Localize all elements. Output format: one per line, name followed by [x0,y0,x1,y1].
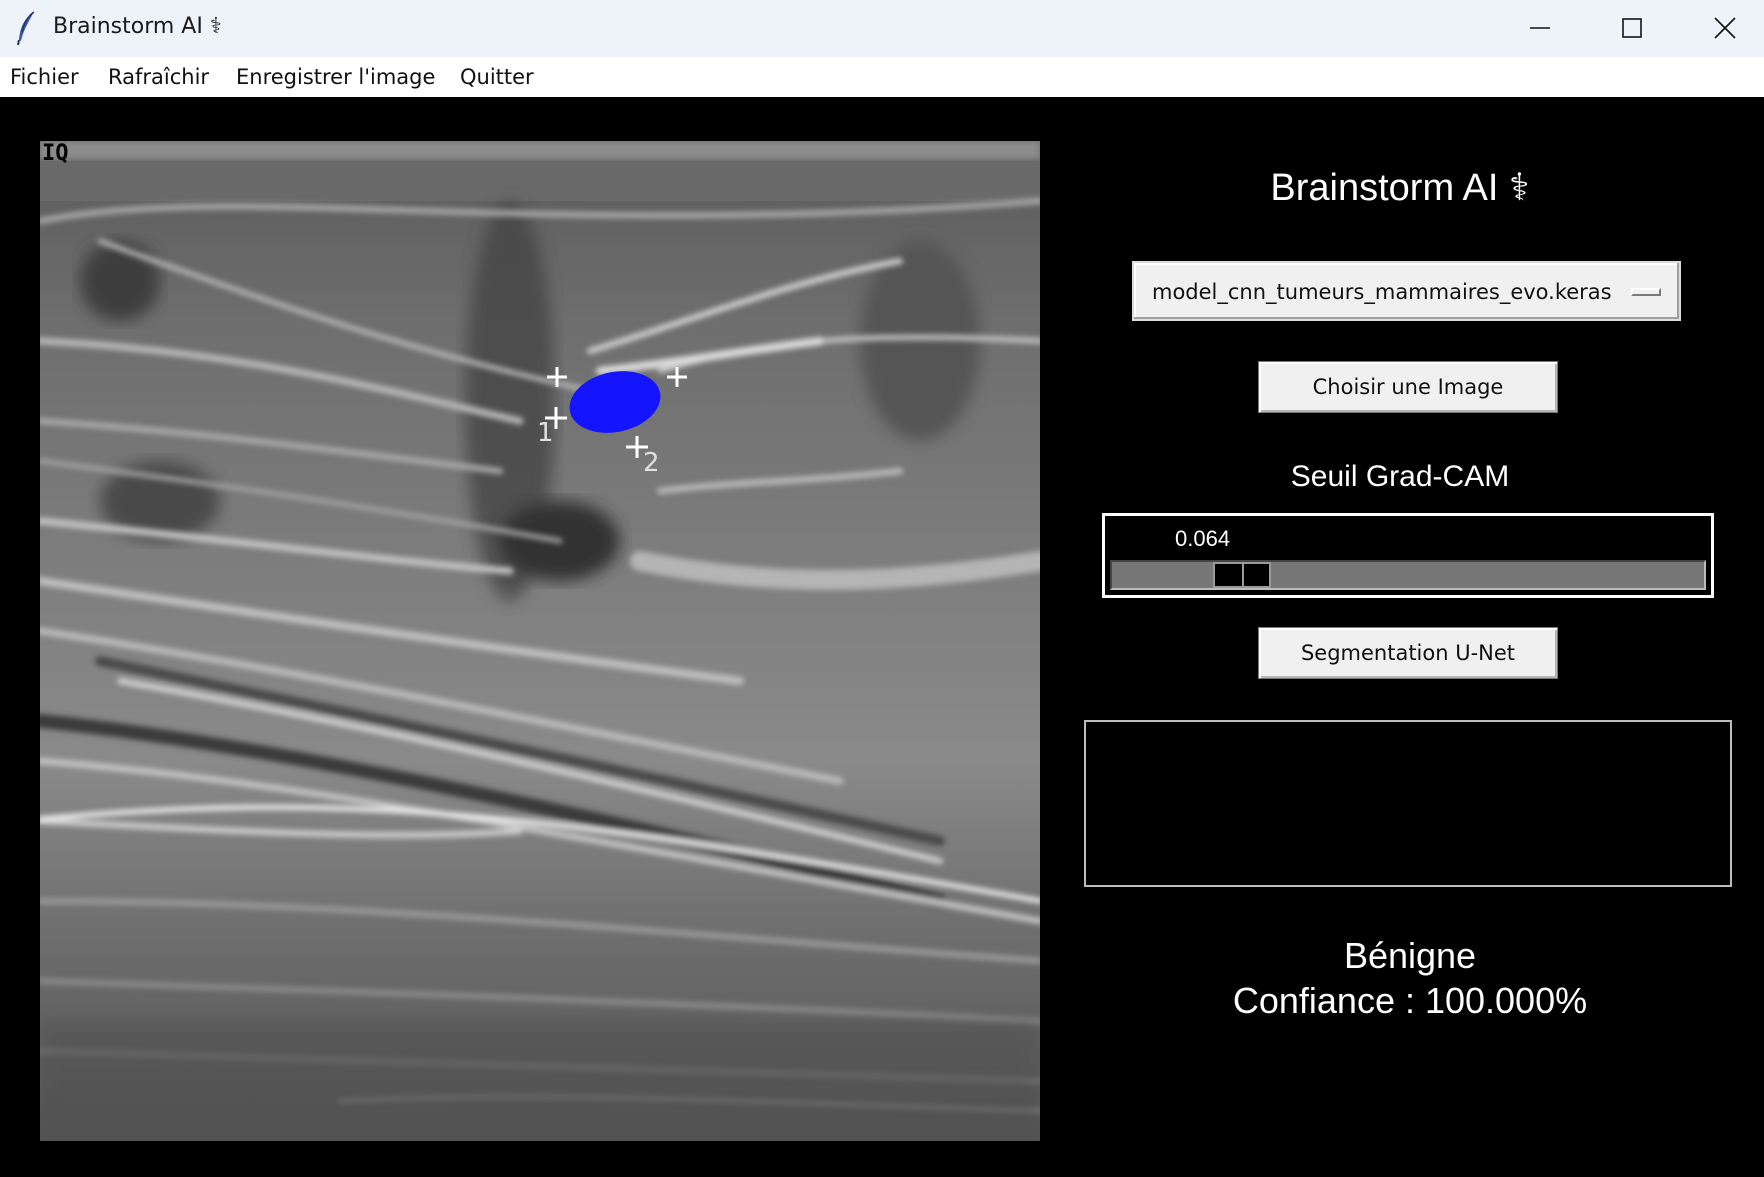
segmentation-unet-button[interactable]: Segmentation U-Net [1258,627,1558,679]
menu-enregistrer-image[interactable]: Enregistrer l'image [236,65,435,89]
marker-2: 2 [643,448,660,478]
ultrasound-image: 1 2 IQ [40,141,1040,1141]
threshold-trough[interactable] [1110,560,1706,590]
title-bar: Brainstorm AI ⚕ [0,0,1764,57]
prediction-label: Bénigne [1343,935,1477,976]
panel-title: Brainstorm AI ⚕ [1270,167,1530,209]
threshold-value: 0.064 [1175,526,1231,551]
window-title: Brainstorm AI ⚕ [53,14,222,39]
threshold-label: Seuil Grad-CAM [1290,460,1510,493]
confidence-label: Confiance : 100.000% [1232,980,1588,1021]
menu-bar: Fichier Rafraîchir Enregistrer l'image Q… [0,57,1764,97]
maximize-icon [1622,18,1642,38]
maximize-button[interactable] [1587,0,1677,57]
model-select-value: model_cnn_tumeurs_mammaires_evo.keras [1152,280,1612,304]
close-icon [1714,17,1736,39]
menu-rafraichir[interactable]: Rafraîchir [108,65,209,89]
segmentation-mask [569,371,661,433]
dropdown-indicator-icon [1631,288,1661,296]
threshold-scale[interactable]: 0.064 [1102,513,1714,598]
result-display-box [1084,720,1732,887]
choose-image-button[interactable]: Choisir une Image [1258,361,1558,413]
image-overlay-label: IQ [42,141,69,166]
marker-1: 1 [537,418,554,448]
menu-fichier[interactable]: Fichier [10,65,79,89]
model-select[interactable]: model_cnn_tumeurs_mammaires_evo.keras [1132,261,1681,321]
threshold-slider-handle[interactable] [1213,562,1272,588]
minimize-button[interactable] [1495,0,1585,57]
minimize-icon [1530,27,1550,29]
feather-icon [14,10,40,46]
menu-quitter[interactable]: Quitter [460,65,534,89]
close-button[interactable] [1680,0,1764,57]
